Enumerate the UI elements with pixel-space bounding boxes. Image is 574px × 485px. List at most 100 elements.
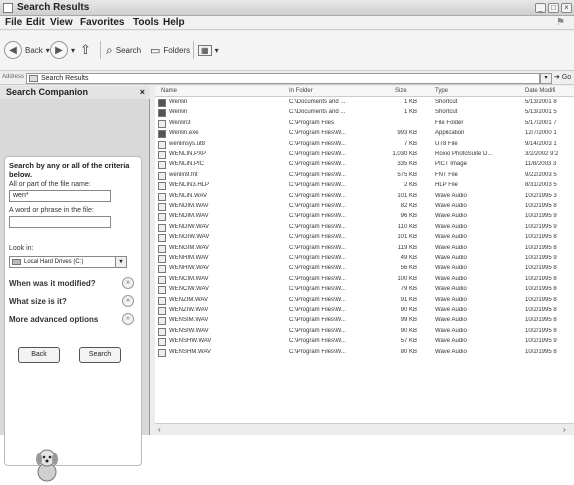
menu-file[interactable]: File: [5, 17, 22, 28]
scroll-right-icon[interactable]: ›: [563, 425, 566, 434]
cell-date: 10/2/1995 8: [525, 296, 557, 303]
phrase-input[interactable]: [9, 216, 111, 228]
cell-date: 9/14/2003 1: [525, 140, 557, 147]
table-row[interactable]: WENDIW.WAV C:\Program Files\W... 110 KB Wav…: [155, 223, 574, 233]
column-header-row: Name In Folder Size Type Date Modifi: [155, 86, 574, 97]
folders-icon: ▭: [150, 44, 161, 57]
menu-help[interactable]: Help: [163, 17, 185, 28]
table-row[interactable]: WENGIW.WAV C:\Program Files\W... 101 KB Wav…: [155, 233, 574, 243]
cell-size: 1,030 KB: [392, 151, 417, 157]
results-list: Name In Folder Size Type Date Modifi Wen…: [155, 86, 574, 423]
back-pane-button[interactable]: Back: [18, 347, 60, 363]
cell-date: 8/31/2003 5: [525, 182, 557, 189]
cell-size: 1 KB: [403, 109, 417, 116]
column-header-name[interactable]: Name: [161, 88, 177, 94]
table-row[interactable]: Wenlin3 C:\Program Files File Folder 5/17/2…: [155, 119, 574, 129]
search-submit-button[interactable]: Search: [79, 347, 121, 363]
cell-date: 11/8/2003 3: [525, 161, 557, 168]
table-row[interactable]: WENLIN.PXP C:\Program Files\W... 1,030 KB R…: [155, 150, 574, 160]
address-bar: Address Search Results ▾ ➜ Go: [0, 72, 574, 85]
table-row[interactable]: WENSHM.WAV C:\Program Files\W... 80 KB Wave…: [155, 348, 574, 358]
cell-name: WENSIM.WAV: [169, 317, 209, 324]
close-pane-icon[interactable]: ×: [140, 86, 145, 99]
cell-type: Wave Audio: [435, 338, 467, 345]
table-row[interactable]: WENSHW.WAV C:\Program Files\W... 57 KB Wave…: [155, 337, 574, 347]
size-option[interactable]: What size is it?: [9, 297, 67, 306]
cell-name: WENSHW.WAV: [169, 338, 212, 345]
back-button[interactable]: ◀ Back ▾: [4, 40, 50, 60]
file-icon: [158, 265, 166, 274]
column-header-folder[interactable]: In Folder: [289, 88, 313, 94]
cell-type: UT8 File: [435, 140, 458, 147]
table-row[interactable]: WENSIM.WAV C:\Program Files\W... 99 KB Wave…: [155, 316, 574, 326]
table-row[interactable]: wenlin9.fnt C:\Program Files\W... 575 KB FN…: [155, 171, 574, 181]
cell-date: 5/13/2001 8: [525, 99, 557, 105]
table-row[interactable]: WENDIM.WAV C:\Program Files\W... 82 KB Wave…: [155, 202, 574, 212]
table-row[interactable]: WENHIW.WAV C:\Program Files\W... 56 KB Wave…: [155, 264, 574, 274]
cell-type: Wave Audio: [435, 327, 467, 334]
close-button[interactable]: ×: [561, 3, 572, 13]
file-icon: [158, 234, 166, 243]
column-header-type[interactable]: Type: [435, 88, 448, 94]
cell-name: WENLIN.PIC: [169, 161, 205, 168]
cell-folder: C:\Program Files\W...: [289, 265, 347, 272]
table-row[interactable]: WENCIW.WAV C:\Program Files\W... 79 KB Wave…: [155, 285, 574, 295]
cell-size: 80 KB: [400, 348, 417, 355]
table-row[interactable]: Wenlin C:\Documents and ... 1 KB Shortcut 5/…: [155, 108, 574, 118]
look-in-select[interactable]: Local Hard Drives (C:) ▾: [9, 256, 127, 268]
minimize-button[interactable]: _: [535, 3, 546, 13]
table-row[interactable]: WENLIN.WAV C:\Program Files\W... 101 KB Wav…: [155, 192, 574, 202]
search-results-icon: [29, 75, 38, 82]
table-row[interactable]: Wenlin.exe C:\Program Files\W... 993 KB App…: [155, 129, 574, 139]
address-dropdown-button[interactable]: ▾: [540, 73, 552, 84]
search-button[interactable]: ⌕ Search: [106, 40, 141, 60]
cell-folder: C:\Program Files\W...: [289, 171, 347, 178]
table-row[interactable]: wenlinsys.ut8 C:\Program Files\W... 7 KB UT…: [155, 140, 574, 150]
menu-tools[interactable]: Tools: [133, 17, 159, 28]
table-row[interactable]: WENZIW.WAV C:\Program Files\W... 90 KB Wave…: [155, 306, 574, 316]
table-row[interactable]: Wenlin C:\Documents and ... 1 KB Shortcut 5/…: [155, 98, 574, 108]
search-companion-pane: Search Companion × Search by any or all …: [0, 86, 150, 482]
menu-view[interactable]: View: [50, 17, 73, 28]
table-row[interactable]: WENZIM.WAV C:\Program Files\W... 91 KB Wave…: [155, 296, 574, 306]
cell-name: WENSHM.WAV: [169, 348, 211, 355]
go-button[interactable]: ➜ Go: [554, 73, 571, 81]
cell-folder: C:\Program Files\W...: [289, 348, 347, 355]
forward-button[interactable]: ▶ ▾: [50, 40, 75, 60]
cell-date: 10/2/1995 9: [525, 213, 557, 220]
modified-option[interactable]: When was it modified?: [9, 279, 96, 288]
advanced-option[interactable]: More advanced options: [9, 315, 98, 324]
table-row[interactable]: WENLIN.PIC C:\Program Files\W... 335 KB PIC…: [155, 160, 574, 170]
file-icon: [158, 317, 166, 326]
table-row[interactable]: WENDIM.WAV C:\Program Files\W... 96 KB Wave…: [155, 212, 574, 222]
table-row[interactable]: WENSIW.WAV C:\Program Files\W... 90 KB Wave…: [155, 327, 574, 337]
column-header-date[interactable]: Date Modifi: [525, 88, 555, 94]
expand-chevron-icon[interactable]: »: [122, 313, 134, 325]
column-header-size[interactable]: Size: [395, 88, 407, 94]
file-icon: [158, 348, 166, 357]
scroll-left-icon[interactable]: ‹: [158, 425, 161, 434]
up-folder-button[interactable]: ⇧: [80, 40, 91, 60]
menu-favorites[interactable]: Favorites: [80, 17, 124, 28]
table-row[interactable]: WENLIN3.HLP C:\Program Files\W... 2 KB HLP …: [155, 181, 574, 191]
cell-name: Wenlin: [169, 99, 188, 105]
cell-folder: C:\Program Files\W...: [289, 286, 347, 293]
toolbar-separator: [193, 41, 194, 59]
expand-chevron-icon[interactable]: »: [122, 277, 134, 289]
cell-name: WENDIM.WAV: [169, 203, 209, 209]
cell-name: WENDIW.WAV: [169, 223, 209, 230]
views-button[interactable]: ▦ ▾: [198, 40, 219, 60]
table-row[interactable]: WENCIM.WAV C:\Program Files\W... 100 KB Wav…: [155, 275, 574, 285]
expand-chevron-icon[interactable]: »: [122, 295, 134, 307]
cell-folder: C:\Program Files\W...: [289, 275, 347, 282]
file-name-input[interactable]: wen*: [9, 190, 111, 202]
horizontal-scrollbar[interactable]: ‹ ›: [155, 423, 574, 435]
cell-folder: C:\Documents and ...: [289, 109, 346, 116]
table-row[interactable]: WENHIM.WAV C:\Program Files\W... 49 KB Wave…: [155, 254, 574, 264]
address-field[interactable]: Search Results: [26, 73, 540, 84]
table-row[interactable]: WENGIM.WAV C:\Program Files\W... 119 KB Wav…: [155, 244, 574, 254]
maximize-button[interactable]: □: [548, 3, 559, 13]
folders-button[interactable]: ▭ Folders: [150, 40, 190, 60]
cell-type: Shortcut: [435, 99, 458, 105]
menu-edit[interactable]: Edit: [26, 17, 45, 28]
